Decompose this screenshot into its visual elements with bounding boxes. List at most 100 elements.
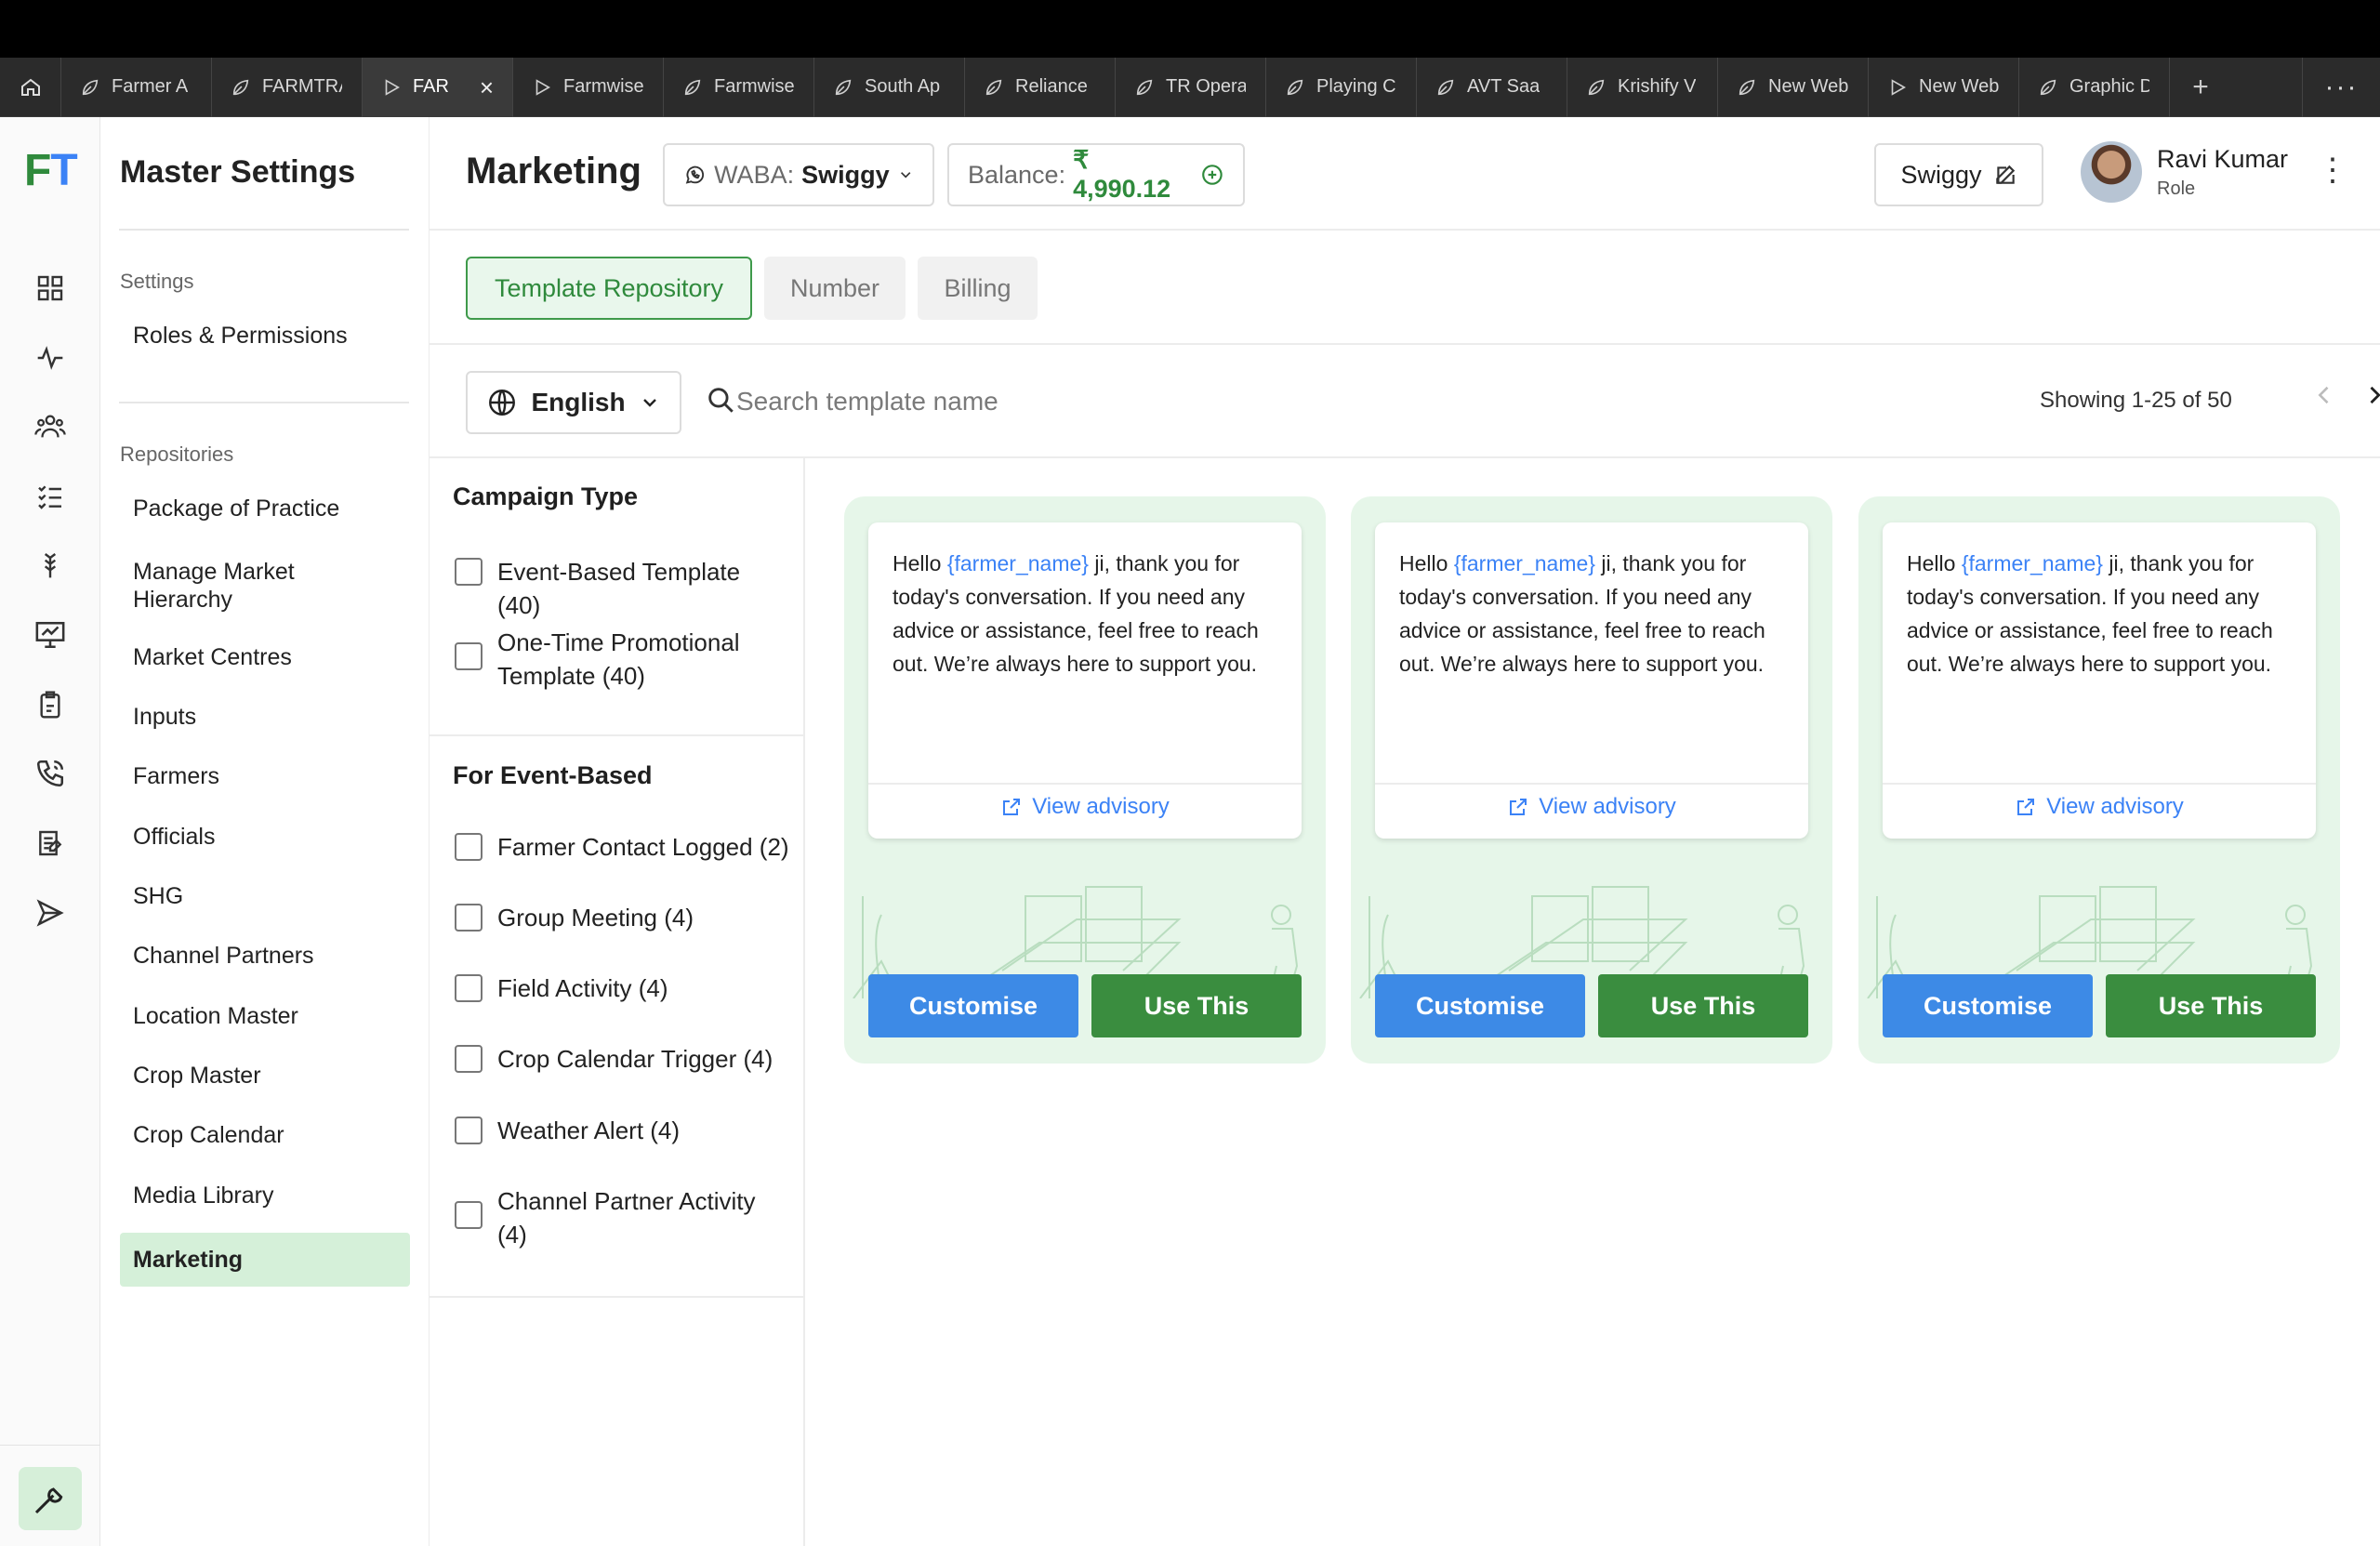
checkbox[interactable] [455, 833, 483, 861]
checkbox-channel-partner-activity[interactable]: Channel Partner Activity (4) [455, 1184, 761, 1251]
external-link-icon [1510, 799, 1527, 815]
chevron-left-icon[interactable] [2311, 382, 2337, 408]
browser-tab[interactable]: AVT Saa [1417, 57, 1567, 117]
browser-tab-label: Playing C [1316, 76, 1396, 97]
browser-tab[interactable]: TR Opera [1116, 57, 1266, 117]
play-icon [385, 78, 400, 96]
browser-tab[interactable]: Graphic D [2019, 57, 2170, 117]
avatar[interactable] [2081, 141, 2142, 203]
activity-icon[interactable] [32, 339, 69, 377]
use-this-button[interactable]: Use This [1598, 974, 1808, 1037]
browser-tab[interactable]: FAR × [363, 57, 513, 117]
use-this-button[interactable]: Use This [2106, 974, 2316, 1037]
org-edit-button[interactable]: Swiggy [1874, 143, 2043, 206]
browser-tab[interactable]: New Web [1869, 57, 2019, 117]
checkbox-event-based-template[interactable]: Event-Based Template (40) [455, 555, 789, 622]
leaf-icon [1136, 79, 1153, 95]
checkbox[interactable] [455, 1045, 483, 1073]
checkbox-group-meeting[interactable]: Group Meeting (4) [455, 901, 789, 934]
grid-icon[interactable] [32, 270, 69, 307]
browser-tab[interactable]: Farmwise [513, 57, 664, 117]
checkbox[interactable] [455, 558, 483, 586]
play-icon [536, 78, 550, 96]
sidebar-item-location-master[interactable]: Location Master [120, 1002, 410, 1030]
checkbox[interactable] [455, 1201, 483, 1229]
divider [430, 1296, 803, 1298]
sidebar-item-roles-permissions[interactable]: Roles & Permissions [120, 322, 410, 350]
customise-button[interactable]: Customise [1375, 974, 1585, 1037]
checkbox-one-time-promotional[interactable]: One-Time Promotional Template (40) [455, 626, 789, 693]
sidebar-item-shg[interactable]: SHG [120, 882, 410, 910]
use-this-button[interactable]: Use This [1091, 974, 1302, 1037]
tab-template-repository[interactable]: Template Repository [466, 257, 752, 320]
browser-tab[interactable]: South Ap [814, 57, 965, 117]
sidebar-item-inputs[interactable]: Inputs [120, 703, 410, 731]
language-selector[interactable]: English [466, 371, 681, 434]
chevron-right-icon[interactable] [2361, 382, 2380, 408]
checkbox[interactable] [455, 974, 483, 1002]
add-circle-icon[interactable] [1200, 163, 1224, 187]
browser-tab[interactable]: Krishify V [1567, 57, 1718, 117]
view-advisory-link[interactable]: View advisory [1375, 794, 1808, 820]
edit-icon [1995, 165, 2015, 184]
close-icon[interactable]: × [480, 75, 494, 99]
browser-tab[interactable]: New Web [1718, 57, 1869, 117]
external-link-icon [2017, 799, 2035, 815]
waba-selector[interactable]: WABA: Swiggy [663, 143, 934, 206]
presentation-icon[interactable] [32, 616, 69, 654]
checkbox[interactable] [455, 642, 483, 670]
phone-icon[interactable] [32, 755, 69, 792]
report-icon[interactable] [32, 825, 69, 862]
send-icon[interactable] [32, 894, 69, 932]
icon-rail: FT [0, 117, 100, 1546]
browser-tab[interactable]: Playing C [1266, 57, 1417, 117]
tab-number[interactable]: Number [764, 257, 906, 320]
sidebar-item-manage-market-hierarchy[interactable]: Manage Market Hierarchy [120, 558, 410, 614]
more-options-icon[interactable]: ⋮ [2317, 154, 2348, 186]
browser-tab-label: Farmer A [112, 76, 189, 97]
sidebar-item-crop-calendar[interactable]: Crop Calendar [120, 1121, 410, 1149]
customise-button[interactable]: Customise [868, 974, 1078, 1037]
checkbox-field-activity[interactable]: Field Activity (4) [455, 971, 789, 1005]
waba-value: Swiggy [801, 160, 890, 189]
app-logo[interactable]: FT [24, 145, 78, 196]
checklist-icon[interactable] [32, 478, 69, 515]
org-name: Swiggy [1900, 160, 1982, 189]
template-variable: {farmer_name} [1961, 551, 2103, 575]
template-message: Hello {farmer_name} ji, thank you for to… [1399, 551, 1765, 676]
sidebar-item-crop-master[interactable]: Crop Master [120, 1062, 410, 1090]
wheat-icon[interactable] [32, 547, 69, 584]
new-tab-button[interactable]: + [2170, 58, 2231, 117]
customise-button[interactable]: Customise [1883, 974, 2093, 1037]
sidebar-item-package-of-practice[interactable]: Package of Practice [120, 495, 410, 522]
page-title: Marketing [466, 151, 641, 192]
checkbox-farmer-contact-logged[interactable]: Farmer Contact Logged (2) [455, 830, 789, 864]
view-advisory-link[interactable]: View advisory [1883, 794, 2316, 820]
sidebar-item-marketing[interactable]: Marketing [120, 1233, 410, 1287]
browser-tab-strip: Farmer A FARMTRA FAR × Farmwise Farmwise South… [0, 57, 2380, 117]
browser-tab[interactable]: Reliance [965, 57, 1116, 117]
browser-tab[interactable]: Farmwise [664, 57, 814, 117]
checkbox-weather-alert[interactable]: Weather Alert (4) [455, 1114, 789, 1147]
wrench-icon[interactable] [19, 1467, 82, 1530]
checkbox[interactable] [455, 1117, 483, 1144]
divider [868, 783, 1302, 785]
browser-tab[interactable]: Farmer A [61, 57, 212, 117]
browser-tab-label: FAR [413, 76, 449, 97]
sidebar-item-media-library[interactable]: Media Library [120, 1182, 410, 1209]
view-advisory-link[interactable]: View advisory [868, 794, 1302, 820]
clipboard-icon[interactable] [32, 686, 69, 723]
sidebar-item-channel-partners[interactable]: Channel Partners [120, 942, 410, 970]
sidebar-item-market-centres[interactable]: Market Centres [120, 643, 410, 671]
tab-billing[interactable]: Billing [918, 257, 1038, 320]
home-tab-button[interactable] [0, 57, 61, 117]
sidebar-item-officials[interactable]: Officials [120, 823, 410, 851]
checkbox[interactable] [455, 904, 483, 932]
sidebar-item-farmers[interactable]: Farmers [120, 762, 410, 790]
checkbox-crop-calendar-trigger[interactable]: Crop Calendar Trigger (4) [455, 1042, 789, 1076]
more-tabs-button[interactable]: ··· [2302, 57, 2380, 117]
browser-tab[interactable]: FARMTRA [212, 57, 363, 117]
search-input[interactable] [736, 373, 1387, 430]
users-icon[interactable] [32, 408, 69, 445]
browser-tab-label: Reliance [1015, 76, 1088, 97]
